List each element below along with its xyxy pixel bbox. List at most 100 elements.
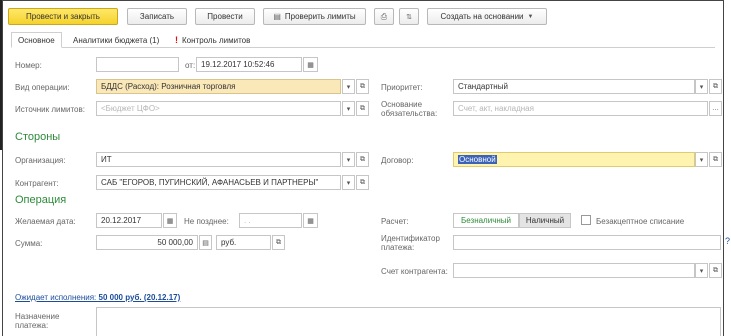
contractor-dropdown[interactable]: ▾	[342, 175, 355, 190]
operation-kind-open[interactable]: ⧉	[356, 79, 369, 94]
desired-date-calendar[interactable]: ▦	[163, 213, 177, 228]
number-input[interactable]	[96, 57, 179, 72]
calculator-icon: ▤	[202, 239, 209, 247]
limits-source-dropdown[interactable]: ▾	[342, 101, 355, 116]
chevron-down-icon: ▾	[346, 83, 351, 91]
tab-budget-analytics-label: Аналитики бюджета (1)	[73, 35, 160, 45]
tab-main-label: Основное	[18, 35, 55, 45]
open-link-icon: ⧉	[713, 266, 718, 274]
post-button[interactable]: Провести	[195, 8, 255, 25]
calc-label: Расчет:	[381, 217, 409, 226]
operation-section-title: Операция	[15, 194, 67, 206]
priority-open[interactable]: ⧉	[709, 79, 722, 94]
organization-label: Организация:	[15, 156, 66, 165]
organization-dropdown[interactable]: ▾	[342, 152, 355, 167]
date-value: 19.12.2017 10:52:46	[201, 60, 275, 69]
awaiting-execution-link[interactable]: Ожидает исполнения: 50 000 руб. (20.12.1…	[15, 293, 180, 302]
chevron-down-icon: ▼	[527, 13, 534, 20]
date-input[interactable]: 19.12.2017 10:52:46	[196, 57, 302, 72]
priority-select[interactable]: Стандартный	[453, 79, 695, 94]
sum-input[interactable]: 50 000,00	[96, 235, 198, 250]
post-and-close-button[interactable]: Провести и закрыть	[8, 8, 118, 25]
payment-purpose-input[interactable]	[96, 307, 721, 336]
tab-limit-control[interactable]: ! Контроль лимитов	[169, 32, 256, 48]
more-icon: …	[712, 105, 719, 112]
cash-label: Наличный	[525, 216, 565, 225]
awaiting-prefix: Ожидает исполнения:	[15, 293, 99, 302]
post-label: Провести	[207, 12, 243, 21]
create-based-button[interactable]: Создать на основании ▼	[427, 8, 547, 25]
not-later-input[interactable]: . .	[239, 213, 302, 228]
save-button[interactable]: Записать	[127, 8, 187, 25]
basis-input[interactable]: Счет, акт, накладная	[453, 101, 708, 116]
open-link-icon: ⧉	[360, 178, 365, 186]
payment-id-label: Идентификатор платежа:	[381, 234, 440, 252]
document-form: Провести и закрыть Записать Провести ▤ П…	[2, 0, 724, 336]
currency-input[interactable]: руб.	[216, 235, 271, 250]
sum-value: 50 000,00	[157, 238, 193, 247]
check-limits-button[interactable]: ▤ Проверить лимиты	[263, 8, 366, 25]
counterparty-account-select[interactable]	[453, 263, 695, 278]
tab-budget-analytics[interactable]: Аналитики бюджета (1)	[67, 32, 165, 48]
contract-dropdown[interactable]: ▾	[695, 152, 708, 167]
report-icon: ⎙	[380, 11, 388, 21]
tab-limit-control-label: Контроль лимитов	[182, 35, 251, 45]
organization-select[interactable]: ИТ	[96, 152, 341, 167]
chevron-down-icon: ▾	[346, 105, 351, 113]
warning-icon: !	[175, 35, 178, 45]
cash-option[interactable]: Наличный	[519, 213, 571, 228]
structure-button[interactable]: ⇅	[399, 8, 419, 25]
not-later-value: . .	[244, 216, 251, 225]
operation-kind-select[interactable]: БДДС (Расход): Розничная торговля	[96, 79, 341, 94]
not-later-calendar[interactable]: ▦	[303, 213, 318, 228]
priority-dropdown[interactable]: ▾	[695, 79, 708, 94]
tab-main[interactable]: Основное	[11, 32, 62, 48]
chevron-down-icon: ▾	[346, 156, 351, 164]
calculator-button[interactable]: ▤	[199, 235, 212, 250]
contract-select[interactable]: Основной	[453, 152, 695, 167]
calendar-icon: ▦	[307, 217, 314, 225]
cashless-option[interactable]: Безналичный	[453, 213, 519, 228]
limits-source-open[interactable]: ⧉	[356, 101, 369, 116]
contractor-open[interactable]: ⧉	[356, 175, 369, 190]
contract-open[interactable]: ⧉	[709, 152, 722, 167]
structure-icon: ⇅	[406, 13, 412, 21]
limits-source-select[interactable]: <Бюджет ЦФО>	[96, 101, 341, 116]
account-dropdown[interactable]: ▾	[695, 263, 708, 278]
contractor-select[interactable]: САБ "ЕГОРОВ, ПУГИНСКИЙ, АФАНАСЬЕВ И ПАРТ…	[96, 175, 341, 190]
counterparty-account-label: Счет контрагента:	[381, 267, 448, 276]
desired-date-label: Желаемая дата:	[15, 217, 76, 226]
create-based-label: Создать на основании	[440, 12, 524, 21]
calendar-icon: ▦	[166, 217, 174, 225]
priority-label: Приоритет:	[381, 83, 423, 92]
priority-value: Стандартный	[458, 82, 508, 91]
organization-value: ИТ	[101, 155, 112, 164]
open-link-icon: ⧉	[713, 155, 718, 163]
contractor-label: Контрагент:	[15, 179, 59, 188]
help-icon[interactable]: ?	[725, 236, 730, 246]
parties-section-title: Стороны	[15, 131, 61, 143]
organization-open[interactable]: ⧉	[356, 152, 369, 167]
basis-label: Основание обязательства:	[381, 100, 438, 118]
report-button[interactable]: ⎙	[374, 8, 394, 25]
desired-date-input[interactable]: 20.12.2017	[96, 213, 162, 228]
sum-label: Сумма:	[15, 239, 43, 248]
operation-kind-dropdown[interactable]: ▾	[342, 79, 355, 94]
basis-select-button[interactable]: …	[709, 101, 722, 116]
awaiting-value: 50 000 руб. (20.12.17)	[98, 293, 181, 302]
payment-id-input[interactable]	[453, 235, 721, 250]
currency-open[interactable]: ⧉	[272, 235, 285, 250]
no-accept-checkbox[interactable]	[581, 215, 591, 225]
account-open[interactable]: ⧉	[709, 263, 722, 278]
currency-value: руб.	[221, 238, 237, 247]
limits-source-placeholder: <Бюджет ЦФО>	[101, 104, 160, 113]
open-link-icon: ⧉	[360, 82, 365, 90]
basis-placeholder: Счет, акт, накладная	[458, 104, 534, 113]
check-limits-icon: ▤	[273, 12, 281, 21]
from-label: от:	[185, 61, 196, 70]
operation-kind-value: БДДС (Расход): Розничная торговля	[101, 82, 236, 91]
chevron-down-icon: ▾	[699, 156, 704, 164]
calendar-icon: ▦	[307, 61, 314, 69]
not-later-label: Не позднее:	[184, 217, 229, 226]
calendar-button[interactable]: ▦	[303, 57, 318, 72]
